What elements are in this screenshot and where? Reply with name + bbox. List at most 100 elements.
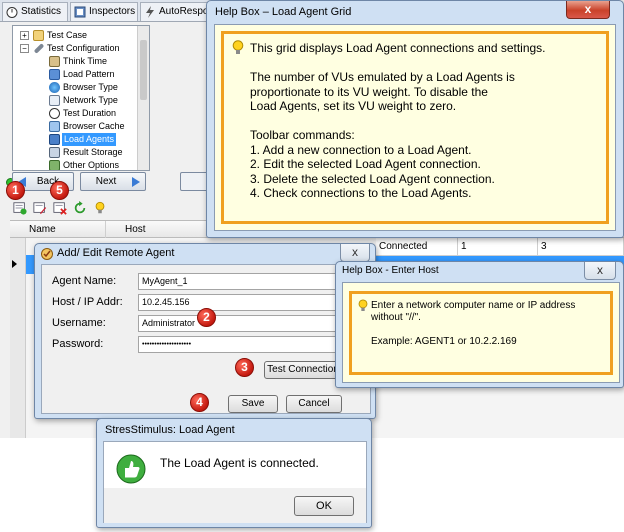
tab-autoresponder[interactable]: AutoRespon (140, 2, 212, 21)
test-connection-button[interactable]: Test Connection (264, 361, 342, 379)
step-badge-4: 4 (190, 393, 209, 412)
message-text: The Load Agent is connected. (160, 456, 319, 470)
help-line: The number of VUs emulated by a Load Age… (250, 70, 515, 84)
close-button[interactable]: x (566, 1, 610, 19)
dialog-footer: OK (104, 488, 366, 523)
delete-agent-icon[interactable] (52, 200, 68, 216)
inspector-icon (74, 6, 86, 18)
load-agent-message-dialog: StresStimulus: Load Agent The Load Agent… (96, 418, 372, 528)
chart-icon (49, 69, 60, 80)
close-button[interactable]: x (584, 262, 616, 280)
grid-toolbar (10, 198, 210, 218)
window-title: Add/ Edit Remote Agent (57, 247, 175, 259)
lightbulb-icon (232, 40, 244, 54)
cancel-button[interactable]: Cancel (286, 395, 342, 413)
globe-icon (49, 82, 60, 93)
hourglass-icon (49, 56, 60, 67)
help-box-enter-host: Help Box - Enter Host x Enter a network … (335, 261, 624, 388)
config-tree[interactable]: + Test Case − Test Configuration Think T… (12, 25, 150, 171)
dialog-body: The Load Agent is connected. OK (103, 441, 367, 523)
help-body: This grid displays Load Agent connection… (214, 24, 616, 231)
folder-icon (33, 30, 44, 41)
help-frame: This grid displays Load Agent connection… (221, 31, 609, 224)
help-line: 3. Delete the selected Load Agent connec… (250, 171, 495, 186)
dialog-body: Agent Name: MyAgent_1 Host / IP Addr: 10… (41, 264, 372, 414)
help-frame: Enter a network computer name or IP addr… (349, 291, 613, 375)
refresh-icon[interactable] (72, 200, 88, 216)
tree-item-label: Load Pattern (63, 69, 115, 79)
tree-item-label: Result Storage (63, 147, 123, 157)
tab-label: Inspectors (89, 6, 136, 17)
tree-scrollbar[interactable] (137, 26, 149, 170)
column-header-name[interactable]: Name (26, 221, 106, 238)
collapse-toggle[interactable]: − (20, 44, 29, 53)
tab-statistics[interactable]: Statistics (2, 2, 68, 21)
tree-item-label: Browser Type (63, 82, 118, 92)
step-badge-5: 5 (50, 181, 69, 200)
ok-button[interactable]: OK (294, 496, 354, 516)
options-icon (49, 160, 60, 170)
tab-label: Statistics (21, 6, 62, 17)
help-box-load-agent-grid: Help Box – Load Agent Grid x This grid d… (206, 0, 624, 238)
step-badge-2: 2 (197, 308, 216, 327)
tree-item-label: Other Options (63, 160, 120, 170)
next-button[interactable]: Next (80, 172, 146, 191)
tree-item-label: Test Configuration (47, 43, 120, 53)
grid-cell-count[interactable]: 3 (538, 238, 624, 256)
tree-item-label: Load Agents (62, 133, 117, 146)
tree-item-label: Test Duration (63, 108, 117, 118)
help-line: Toolbar commands: (250, 128, 355, 142)
help-line: 1. Add a new connection to a Load Agent. (250, 142, 472, 157)
close-icon: x (584, 2, 592, 16)
save-button[interactable]: Save (228, 395, 278, 413)
lightning-icon (146, 6, 154, 18)
help-line: without "//". (371, 312, 421, 323)
help-line: Load Agents, set its VU weight to zero. (250, 99, 457, 114)
window-title: Help Box – Load Agent Grid (215, 6, 352, 18)
next-label: Next (95, 176, 117, 187)
app-logo-icon (41, 248, 53, 260)
add-edit-remote-agent-dialog: Add/ Edit Remote Agent x Agent Name: MyA… (34, 243, 376, 419)
help-example: Example: AGENT1 or 10.2.2.169 (371, 336, 517, 347)
current-row-arrow-icon (12, 260, 17, 268)
password-label: Password: (52, 338, 104, 350)
lightbulb-icon[interactable] (92, 200, 108, 216)
help-line: proportionate to its VU weight. To disab… (250, 84, 488, 99)
storage-icon (49, 147, 60, 158)
agents-icon (49, 134, 60, 145)
network-icon (49, 95, 60, 106)
row-selector-column (10, 238, 26, 438)
grid-cell-vu-weight[interactable]: 1 (458, 238, 538, 256)
close-icon: x (352, 245, 358, 259)
step-badge-1: 1 (6, 181, 25, 200)
tree-item-label: Browser Cache (63, 121, 125, 131)
help-line: This grid displays Load Agent connection… (250, 41, 546, 55)
expand-toggle[interactable]: + (20, 31, 29, 40)
wrench-icon (33, 43, 45, 54)
tree-item-label: Test Case (47, 30, 88, 40)
step-badge-3: 3 (235, 358, 254, 377)
username-label: Username: (52, 317, 106, 329)
next-arrow-icon (132, 177, 140, 187)
cache-icon (49, 121, 60, 132)
window-title: Help Box - Enter Host (342, 265, 439, 276)
tab-inspectors[interactable]: Inspectors (70, 2, 138, 21)
edit-agent-icon[interactable] (32, 200, 48, 216)
grid-cell-status[interactable]: Connected (376, 238, 458, 256)
lightbulb-icon (358, 299, 368, 311)
agent-name-label: Agent Name: (52, 275, 117, 287)
tab-strip: Statistics Inspectors AutoRespon (0, 0, 212, 22)
stopwatch-icon (6, 7, 18, 18)
help-line: Enter a network computer name or IP addr… (371, 300, 576, 311)
help-line: 4. Check connections to the Load Agents. (250, 186, 472, 201)
thumbs-up-icon (116, 454, 146, 484)
add-agent-icon[interactable] (12, 200, 28, 216)
help-body: Enter a network computer name or IP addr… (342, 282, 620, 383)
window-title: StresStimulus: Load Agent (105, 424, 235, 436)
tree-item-label: Network Type (63, 95, 118, 105)
host-ip-label: Host / IP Addr: (52, 296, 123, 308)
scroll-thumb[interactable] (140, 40, 147, 100)
help-line: 2. Edit the selected Load Agent connecti… (250, 157, 481, 172)
column-header-host[interactable]: Host (122, 221, 208, 238)
tree-item-label: Think Time (63, 56, 108, 66)
